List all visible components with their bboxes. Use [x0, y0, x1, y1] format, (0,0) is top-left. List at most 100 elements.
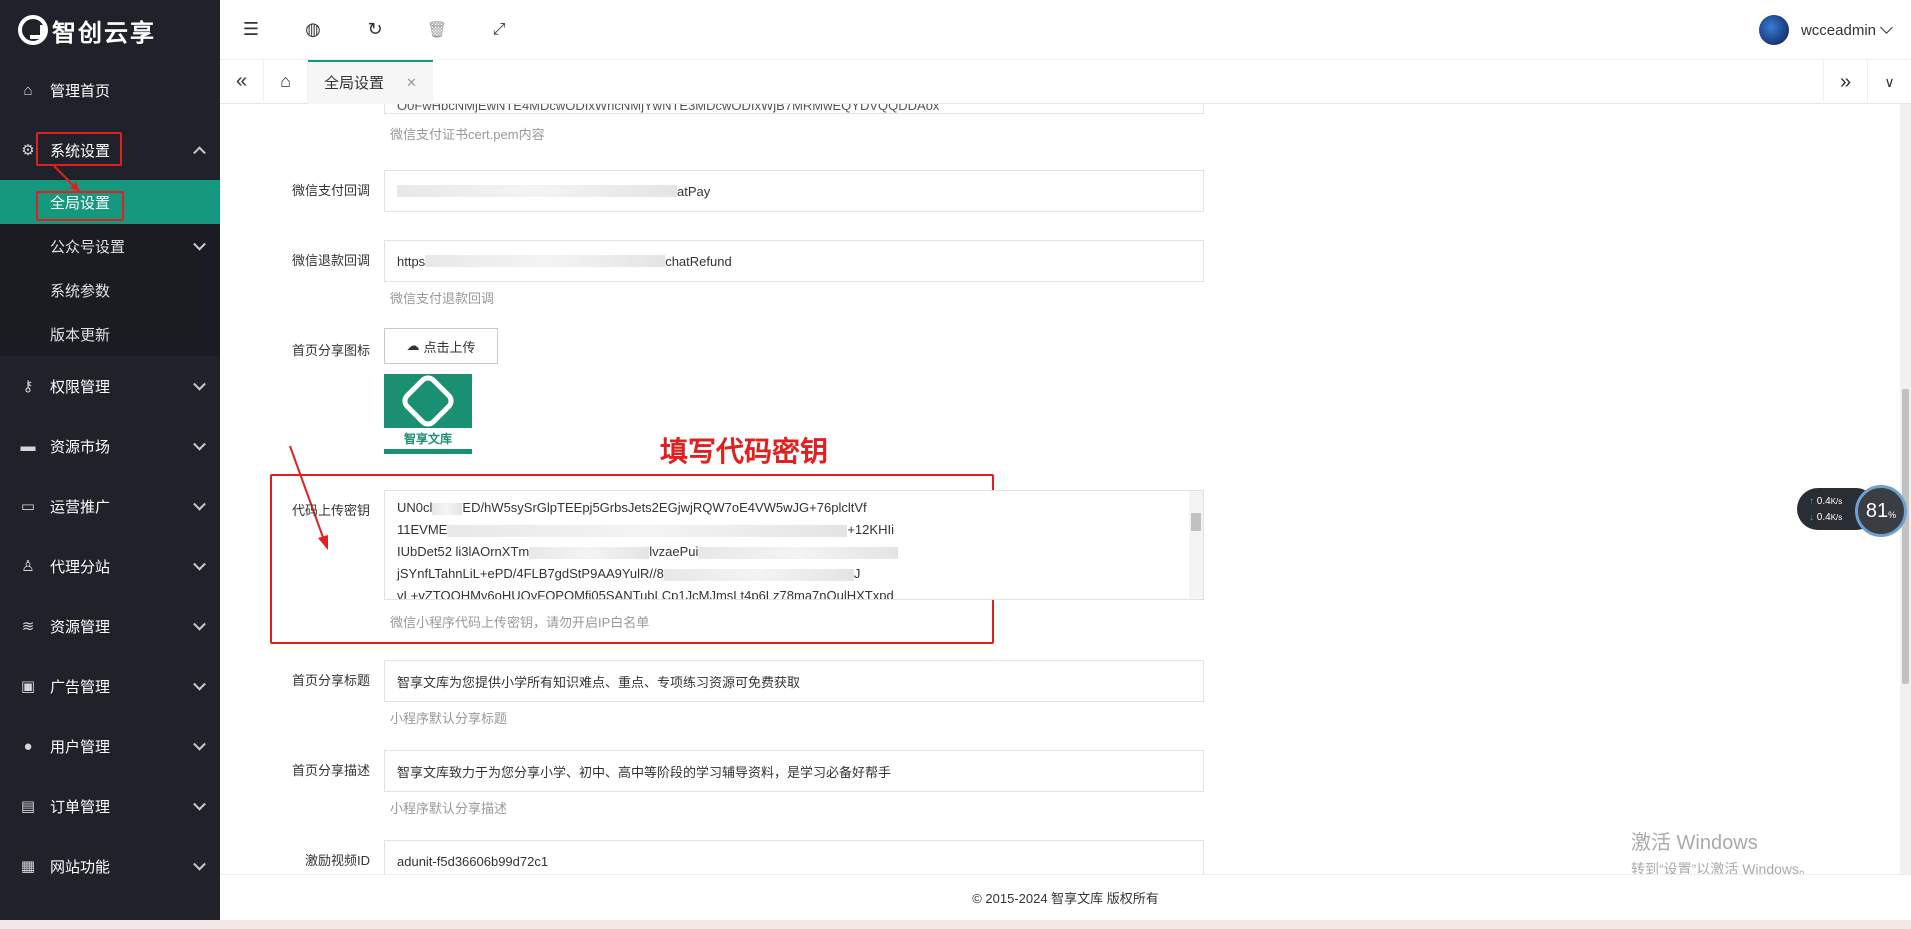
download-arrow-icon: ↓	[1809, 512, 1814, 523]
share-logo-icon	[398, 370, 458, 431]
pay-callback-value: atPay	[677, 183, 711, 199]
refund-callback-prefix: https	[397, 253, 426, 269]
page-scrollbar-thumb[interactable]	[1902, 389, 1909, 684]
chevron-down-icon	[193, 437, 206, 451]
scrollbar-thumb[interactable]	[1191, 513, 1201, 531]
fullscreen-icon[interactable]: ⤢	[468, 0, 530, 60]
share-title-value: 智享文库为您提供小学所有知识难点、重点、专项练习资源可免费获取	[397, 674, 801, 690]
globe-icon[interactable]: ◍	[282, 0, 344, 60]
chevron-down-icon	[193, 377, 206, 391]
sidebar-item-ads[interactable]: ▣ 广告管理	[0, 656, 220, 716]
sidebar-item-home[interactable]: ⌂ 管理首页	[0, 60, 220, 120]
sidebar-subitem-global-settings[interactable]: 全局设置	[0, 180, 220, 224]
megaphone-icon: ▭	[20, 498, 36, 515]
sidebar-item-label: 订单管理	[50, 798, 111, 816]
tabs-scroll-right-icon[interactable]: »	[1823, 60, 1867, 104]
sidebar-item-label: 资源市场	[50, 438, 111, 456]
tabs-dropdown-icon[interactable]: ∨	[1867, 60, 1911, 104]
ad-icon: ▣	[20, 678, 36, 695]
code-key-textarea[interactable]: UN0cl ED/hW5sySrGlpTEEpj5GrbsJets2EGjwjRQ…	[384, 490, 1204, 600]
top-header: ☰ ◍ ↻ 🗑 ⤢ wcceadmin	[220, 0, 1911, 60]
code-key-line: jSYnfLTahnLiL+ePD/4FLB7gdStP9AA9YulR//8 J	[397, 566, 861, 581]
sidebar-item-orders[interactable]: ▤ 订单管理	[0, 776, 220, 836]
tab-label: 全局设置	[324, 75, 385, 92]
cert-textarea[interactable]: O0FwHbcNMjEwNTE4MDcwODIxWhcNMjYwNTE3MDcw…	[384, 104, 1204, 114]
sidebar-item-site-functions[interactable]: ▦ 网站功能	[0, 836, 220, 896]
code-key-label: 代码上传密钥	[291, 503, 370, 518]
share-desc-input[interactable]: 智享文库致力于为您分享小学、初中、高中等阶段的学习辅导资料，是学习必备好帮手	[384, 750, 1204, 792]
order-icon: ▤	[20, 798, 36, 815]
sidebar-item-agent[interactable]: ♙ 代理分站	[0, 536, 220, 596]
store-icon: ▬	[20, 437, 36, 455]
windows-activation-watermark: 激活 Windows 转到“设置”以激活 Windows。	[1631, 826, 1813, 879]
sidebar-item-resources[interactable]: ≋ 资源管理	[0, 596, 220, 656]
sidebar-item-permissions[interactable]: ⚷ 权限管理	[0, 356, 220, 416]
bottom-strip	[0, 920, 1911, 929]
sidebar-item-label: 管理首页	[50, 82, 111, 100]
chevron-down-icon	[193, 557, 206, 571]
menu-toggle-icon[interactable]: ☰	[220, 0, 282, 60]
gear-icon: ⚙	[21, 142, 35, 159]
pay-callback-input[interactable]: atPay	[384, 170, 1204, 212]
upload-arrow-icon: ↑	[1809, 496, 1814, 507]
cert-hint: 微信支付证书cert.pem内容	[390, 127, 545, 142]
refund-callback-hint: 微信支付退款回调	[390, 291, 495, 306]
upload-speed: 0.4	[1816, 496, 1831, 507]
sidebar-item-system-settings[interactable]: ⚙ 系统设置	[0, 120, 220, 180]
reward-video-input[interactable]: adunit-f5d36606b99d72c1	[384, 840, 1204, 874]
chevron-up-icon	[193, 146, 206, 160]
download-speed: 0.4	[1816, 512, 1831, 523]
user-menu[interactable]: wcceadmin	[1758, 0, 1893, 60]
footer: © 2015-2024 智享文库 版权所有	[220, 874, 1911, 920]
chevron-down-icon	[193, 497, 206, 511]
code-key-line: 11EVME +12KHIi	[397, 522, 894, 537]
chevron-down-icon	[193, 237, 206, 251]
share-desc-hint: 小程序默认分享描述	[390, 801, 508, 816]
chevron-down-icon	[1880, 20, 1893, 34]
refresh-icon[interactable]: ↻	[344, 0, 406, 60]
cloud-upload-icon: ☁	[406, 338, 420, 353]
sidebar: 智创云享 ⌂ 管理首页 ⚙ 系统设置 全局设置 公众号设置 系统参数 版本更新 …	[0, 0, 220, 929]
reward-video-value: adunit-f5d36606b99d72c1	[397, 853, 549, 869]
sidebar-item-promotion[interactable]: ▭ 运营推广	[0, 476, 220, 536]
user-icon: ●	[23, 737, 33, 755]
upload-button[interactable]: ☁ 点击上传	[384, 328, 498, 364]
trash-icon[interactable]: 🗑	[406, 0, 468, 60]
sidebar-item-label: 代理分站	[50, 558, 111, 576]
textarea-scrollbar[interactable]	[1189, 491, 1203, 599]
annotation-arrow-form	[289, 445, 328, 550]
share-title-input[interactable]: 智享文库为您提供小学所有知识难点、重点、专项练习资源可免费获取	[384, 660, 1204, 702]
chevron-down-icon	[193, 617, 206, 631]
cert-text: O0FwHbcNMjEwNTE4MDcwODIxWhcNMjYwNTE3MDcw…	[397, 104, 940, 113]
sidebar-item-resource-market[interactable]: ▬ 资源市场	[0, 416, 220, 476]
tab-bar: « ⌂ 全局设置 ✕ » ∨	[220, 59, 1911, 104]
close-icon[interactable]: ✕	[406, 75, 417, 91]
home-tab-icon[interactable]: ⌂	[264, 59, 308, 104]
app-logo[interactable]: 智创云享	[0, 0, 220, 60]
redacted-text	[425, 255, 666, 267]
sidebar-item-label: 权限管理	[50, 378, 111, 396]
settings-form: O0FwHbcNMjEwNTE4MDcwODIxWhcNMjYwNTE3MDcw…	[220, 104, 1900, 874]
tab-global-settings[interactable]: 全局设置 ✕	[308, 59, 433, 104]
copyright: © 2015-2024 智享文库 版权所有	[972, 891, 1159, 906]
code-key-line: UN0cl ED/hW5sySrGlpTEEpj5GrbsJets2EGjwjRQ…	[397, 500, 867, 515]
sidebar-item-users[interactable]: ● 用户管理	[0, 716, 220, 776]
apps-icon: ▦	[20, 858, 36, 875]
sidebar-subitem-official-account[interactable]: 公众号设置	[0, 224, 220, 268]
refund-callback-input[interactable]: https chatRefund	[384, 240, 1204, 282]
layers-icon: ≋	[21, 618, 35, 635]
tabs-scroll-left-icon[interactable]: «	[220, 59, 264, 104]
cpu-usage-circle: 81%	[1855, 485, 1907, 537]
upload-button-label: 点击上传	[423, 339, 476, 355]
chevron-down-icon	[193, 737, 206, 751]
sidebar-subitem-system-params[interactable]: 系统参数	[0, 268, 220, 312]
sidebar-item-label: 系统设置	[50, 142, 111, 160]
home-icon: ⌂	[23, 81, 33, 99]
network-speed-widget[interactable]: ↑ 0.4K/s ↓ 0.4K/s 81%	[1797, 485, 1911, 537]
share-title-hint: 小程序默认分享标题	[390, 711, 508, 726]
share-icon-preview: 智享文库	[384, 370, 472, 454]
sidebar-item-label: 网站功能	[50, 858, 111, 876]
sidebar-subitem-version-update[interactable]: 版本更新	[0, 312, 220, 356]
chevron-down-icon	[193, 677, 206, 691]
redacted-text	[397, 185, 677, 197]
